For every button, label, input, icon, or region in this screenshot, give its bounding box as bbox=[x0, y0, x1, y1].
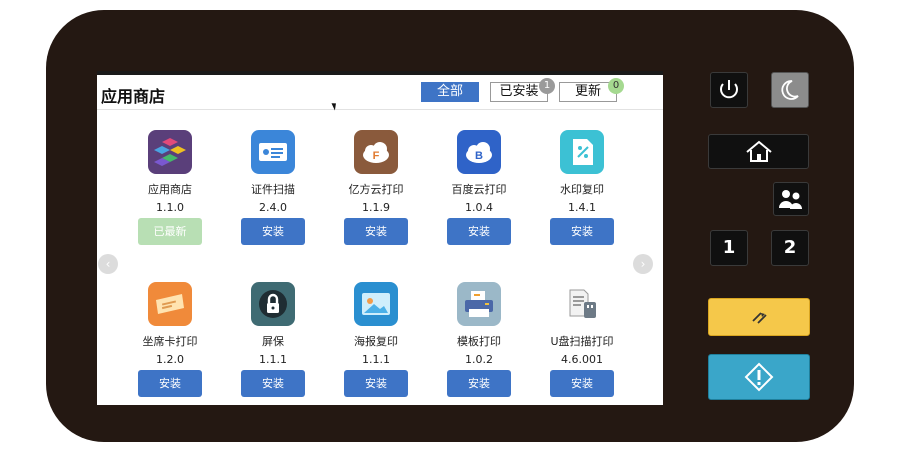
power-icon bbox=[720, 80, 738, 99]
sleep-icon bbox=[781, 80, 799, 100]
app-version: 1.4.1 bbox=[568, 201, 596, 214]
app-name: 海报复印 bbox=[354, 335, 398, 348]
app-card[interactable]: 海报复印 1.1.1 安装 bbox=[324, 282, 428, 397]
app-card[interactable]: 应用商店 1.1.0 已最新 bbox=[118, 130, 222, 245]
program-2-button[interactable]: 2 bbox=[771, 230, 809, 266]
app-version: 4.6.001 bbox=[561, 353, 603, 366]
app-card[interactable]: 模板打印 1.0.2 安装 bbox=[427, 282, 531, 397]
install-button[interactable]: 安装 bbox=[138, 370, 202, 397]
seat-card-print-icon bbox=[148, 282, 192, 326]
app-version: 1.2.0 bbox=[156, 353, 184, 366]
app-card[interactable]: U盘扫描打印 4.6.001 安装 bbox=[530, 282, 634, 397]
install-button[interactable]: 安装 bbox=[447, 370, 511, 397]
install-button[interactable]: 安装 bbox=[447, 218, 511, 245]
touch-screen: 应用商店 全部 已安装 1 更新 0 应用商店 1.1.0 已最新 证件扫描 2… bbox=[97, 71, 663, 405]
previous-page-arrow-icon[interactable]: ‹ bbox=[98, 254, 118, 274]
tab-label: 更新 bbox=[574, 84, 601, 99]
user-switch-button[interactable] bbox=[773, 182, 809, 216]
home-icon bbox=[746, 140, 772, 162]
app-version: 1.1.9 bbox=[362, 201, 390, 214]
watermark-copy-icon bbox=[560, 130, 604, 174]
svg-text:B: B bbox=[475, 150, 483, 162]
app-version: 1.0.4 bbox=[465, 201, 493, 214]
app-card[interactable]: 坐席卡打印 1.2.0 安装 bbox=[118, 282, 222, 397]
install-button[interactable]: 安装 bbox=[241, 218, 305, 245]
app-grid: 应用商店 1.1.0 已最新 证件扫描 2.4.0 安装 F 亿方云打印 1.1… bbox=[97, 109, 663, 405]
cloud-print-icon: F bbox=[354, 130, 398, 174]
app-version: 1.1.1 bbox=[362, 353, 390, 366]
next-page-arrow-icon[interactable]: › bbox=[633, 254, 653, 274]
usb-scan-print-icon bbox=[560, 282, 604, 326]
poster-copy-icon bbox=[354, 282, 398, 326]
template-print-icon bbox=[457, 282, 501, 326]
start-button[interactable] bbox=[708, 354, 810, 400]
tab-all[interactable]: 全部 bbox=[421, 82, 479, 102]
app-card[interactable]: 水印复印 1.4.1 安装 bbox=[530, 130, 634, 245]
baidu-cloud-icon: B bbox=[457, 130, 501, 174]
install-button[interactable]: 安装 bbox=[344, 370, 408, 397]
app-card[interactable]: 屏保 1.1.1 安装 bbox=[221, 282, 325, 397]
user-switch-icon bbox=[779, 190, 802, 209]
app-name: U盘扫描打印 bbox=[550, 335, 614, 348]
app-name: 模板打印 bbox=[457, 335, 501, 348]
app-version: 1.1.1 bbox=[259, 353, 287, 366]
reset-icon bbox=[752, 312, 767, 324]
power-button[interactable] bbox=[710, 72, 748, 108]
app-name: 百度云打印 bbox=[451, 183, 507, 196]
app-name: 亿方云打印 bbox=[348, 183, 404, 196]
app-header: 应用商店 全部 已安装 1 更新 0 bbox=[97, 75, 663, 110]
reset-button[interactable] bbox=[708, 298, 810, 336]
app-name: 坐席卡打印 bbox=[142, 335, 198, 348]
app-card[interactable]: 证件扫描 2.4.0 安装 bbox=[221, 130, 325, 245]
up-to-date-button[interactable]: 已最新 bbox=[138, 218, 202, 245]
app-name: 证件扫描 bbox=[251, 183, 295, 196]
svg-text:F: F bbox=[373, 150, 380, 162]
app-card[interactable]: F 亿方云打印 1.1.9 安装 bbox=[324, 130, 428, 245]
program-1-button[interactable]: 1 bbox=[710, 230, 748, 266]
tab-label: 全部 bbox=[436, 84, 463, 99]
install-button[interactable]: 安装 bbox=[550, 370, 614, 397]
app-version: 1.1.0 bbox=[156, 201, 184, 214]
lock-icon bbox=[251, 282, 295, 326]
start-icon bbox=[744, 362, 774, 392]
update-count-badge: 0 bbox=[608, 78, 624, 94]
install-button[interactable]: 安装 bbox=[241, 370, 305, 397]
app-card[interactable]: B 百度云打印 1.0.4 安装 bbox=[427, 130, 531, 245]
app-name: 应用商店 bbox=[148, 183, 192, 196]
install-button[interactable]: 安装 bbox=[550, 218, 614, 245]
installed-count-badge: 1 bbox=[539, 78, 555, 94]
app-store-icon bbox=[148, 130, 192, 174]
app-version: 1.0.2 bbox=[465, 353, 493, 366]
button-label: 2 bbox=[783, 237, 797, 258]
install-button[interactable]: 安装 bbox=[344, 218, 408, 245]
app-name: 屏保 bbox=[262, 335, 284, 348]
button-label: 1 bbox=[722, 237, 736, 258]
sleep-button[interactable] bbox=[771, 72, 809, 108]
page-title: 应用商店 bbox=[101, 87, 166, 106]
tab-label: 已安装 bbox=[499, 84, 539, 99]
home-button[interactable] bbox=[708, 134, 809, 169]
id-card-scan-icon bbox=[251, 130, 295, 174]
app-version: 2.4.0 bbox=[259, 201, 287, 214]
app-name: 水印复印 bbox=[560, 183, 604, 196]
